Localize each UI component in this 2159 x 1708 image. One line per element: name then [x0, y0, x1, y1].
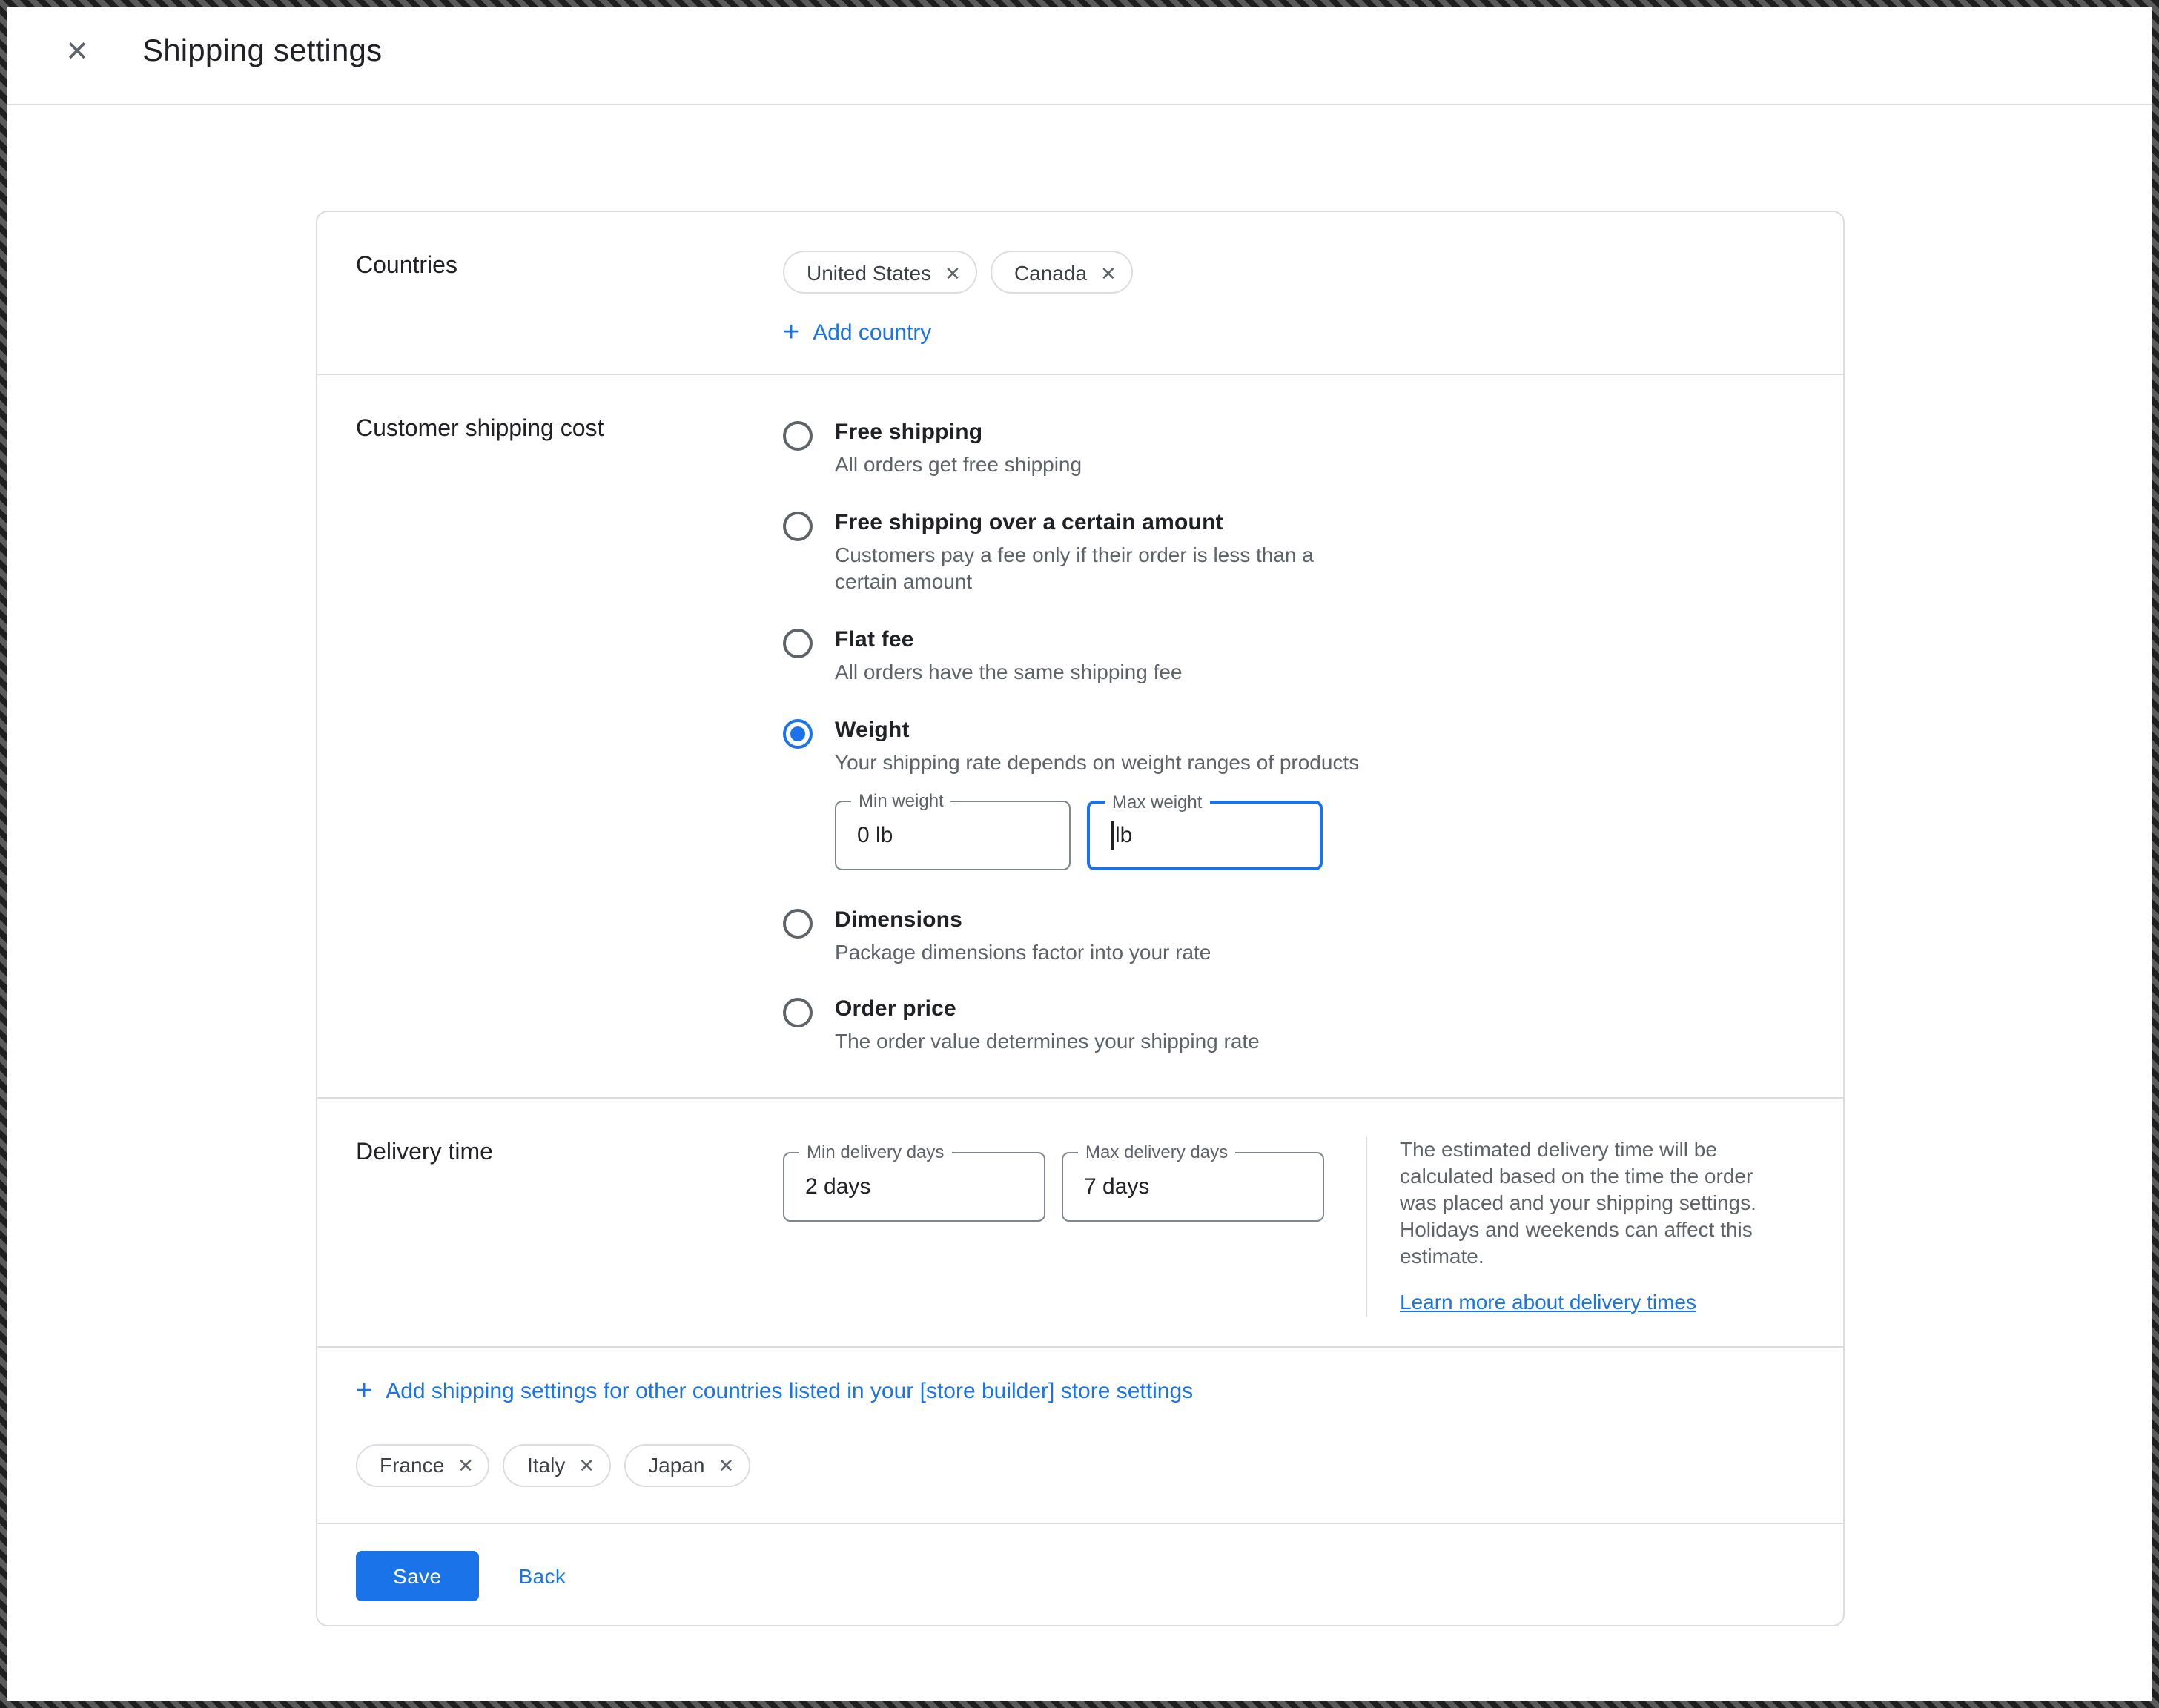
radio-unselected-icon[interactable]: [783, 628, 813, 658]
remove-country-icon[interactable]: ✕: [945, 262, 961, 282]
add-other-countries-button[interactable]: + Add shipping settings for other countr…: [356, 1377, 1805, 1406]
max-delivery-days-label: Max delivery days: [1078, 1142, 1235, 1163]
back-button[interactable]: Back: [518, 1564, 566, 1588]
option-desc: All orders get free shipping: [835, 452, 1082, 479]
country-chip-canada[interactable]: Canada ✕: [991, 251, 1133, 294]
min-weight-field-value: 0 lb: [857, 822, 893, 847]
plus-icon: +: [356, 1377, 372, 1406]
radio-unselected-icon[interactable]: [783, 512, 813, 541]
min-delivery-days-label: Min delivery days: [799, 1142, 951, 1163]
countries-chip-row: United States ✕ Canada ✕: [783, 251, 1805, 294]
dialog-header: ✕ Shipping settings: [0, 0, 2159, 105]
chip-label: France: [380, 1454, 444, 1477]
add-country-label: Add country: [813, 320, 931, 345]
page-title: Shipping settings: [142, 34, 382, 70]
close-icon[interactable]: ✕: [50, 25, 104, 79]
settings-card: Countries United States ✕ Canada ✕ + Add…: [316, 211, 1845, 1626]
min-delivery-days-field[interactable]: Min delivery days 2 days: [783, 1153, 1045, 1222]
chip-label: United States: [807, 260, 931, 284]
remove-country-icon[interactable]: ✕: [457, 1455, 474, 1476]
option-title: Flat fee: [835, 626, 1183, 652]
delivery-time-label: Delivery time: [356, 1138, 783, 1317]
country-chip-italy[interactable]: Italy ✕: [503, 1444, 611, 1487]
min-weight-field-label: Min weight: [851, 790, 951, 810]
radio-option-order-price[interactable]: Order price The order value determines y…: [783, 997, 1805, 1056]
weight-fields-row: Min weight 0 lb Max weight lb: [835, 800, 1359, 870]
max-delivery-days-value: 7 days: [1084, 1175, 1149, 1200]
radio-unselected-icon[interactable]: [783, 908, 813, 938]
countries-label: Countries: [356, 251, 783, 348]
radio-option-free-over-amount[interactable]: Free shipping over a certain amount Cust…: [783, 510, 1805, 596]
option-title: Order price: [835, 997, 1260, 1022]
shipping-cost-label: Customer shipping cost: [356, 414, 783, 1059]
option-desc: Customers pay a fee only if their order …: [835, 543, 1327, 596]
max-weight-field[interactable]: Max weight lb: [1087, 800, 1323, 870]
max-weight-field-label: Max weight: [1105, 791, 1209, 812]
option-desc: Package dimensions factor into your rate: [835, 939, 1211, 966]
max-delivery-days-field[interactable]: Max delivery days 7 days: [1062, 1153, 1324, 1222]
other-countries-chip-row: France ✕ Italy ✕ Japan ✕: [356, 1444, 1805, 1487]
country-chip-united-states[interactable]: United States ✕: [783, 251, 977, 294]
shipping-cost-section: Customer shipping cost Free shipping All…: [317, 374, 1843, 1098]
radio-unselected-icon[interactable]: [783, 999, 813, 1028]
radio-option-flat-fee[interactable]: Flat fee All orders have the same shippi…: [783, 626, 1805, 686]
remove-country-icon[interactable]: ✕: [1100, 262, 1117, 282]
min-weight-field[interactable]: Min weight 0 lb: [835, 800, 1071, 870]
plus-icon: +: [783, 319, 799, 347]
radio-unselected-icon[interactable]: [783, 421, 813, 451]
radio-option-dimensions[interactable]: Dimensions Package dimensions factor int…: [783, 907, 1805, 966]
max-weight-field-value: lb: [1115, 822, 1132, 847]
add-country-button[interactable]: + Add country: [783, 319, 931, 347]
min-delivery-days-value: 2 days: [805, 1175, 870, 1200]
option-desc: All orders have the same shipping fee: [835, 659, 1183, 686]
option-title: Free shipping over a certain amount: [835, 510, 1327, 535]
option-desc: Your shipping rate depends on weight ran…: [835, 749, 1359, 776]
delivery-note-text: The estimated delivery time will be calc…: [1400, 1138, 1793, 1271]
delivery-fields-row: Min delivery days 2 days Max delivery da…: [783, 1153, 1324, 1222]
delivery-note-panel: The estimated delivery time will be calc…: [1366, 1138, 1793, 1317]
other-countries-section: + Add shipping settings for other countr…: [317, 1346, 1843, 1523]
option-title: Weight: [835, 717, 1359, 742]
remove-country-icon[interactable]: ✕: [718, 1455, 734, 1476]
add-other-countries-label: Add shipping settings for other countrie…: [386, 1379, 1193, 1404]
text-cursor: [1111, 821, 1114, 849]
save-button[interactable]: Save: [356, 1551, 478, 1601]
country-chip-france[interactable]: France ✕: [356, 1444, 490, 1487]
radio-option-weight[interactable]: Weight Your shipping rate depends on wei…: [783, 717, 1805, 875]
chip-label: Japan: [648, 1454, 704, 1477]
country-chip-japan[interactable]: Japan ✕: [624, 1444, 750, 1487]
chip-label: Canada: [1014, 260, 1087, 284]
radio-option-free-shipping[interactable]: Free shipping All orders get free shippi…: [783, 420, 1805, 479]
remove-country-icon[interactable]: ✕: [578, 1455, 595, 1476]
shipping-settings-dialog: ✕ Shipping settings Countries United Sta…: [0, 0, 2159, 1708]
countries-section: Countries United States ✕ Canada ✕ + Add…: [317, 212, 1843, 374]
option-title: Free shipping: [835, 420, 1082, 445]
actions-row: Save Back: [317, 1523, 1843, 1625]
option-title: Dimensions: [835, 907, 1211, 932]
chip-label: Italy: [527, 1454, 565, 1477]
delivery-times-link[interactable]: Learn more about delivery times: [1400, 1290, 1696, 1314]
option-desc: The order value determines your shipping…: [835, 1030, 1260, 1056]
radio-selected-icon[interactable]: [783, 718, 813, 748]
delivery-time-section: Delivery time Min delivery days 2 days M…: [317, 1098, 1843, 1346]
